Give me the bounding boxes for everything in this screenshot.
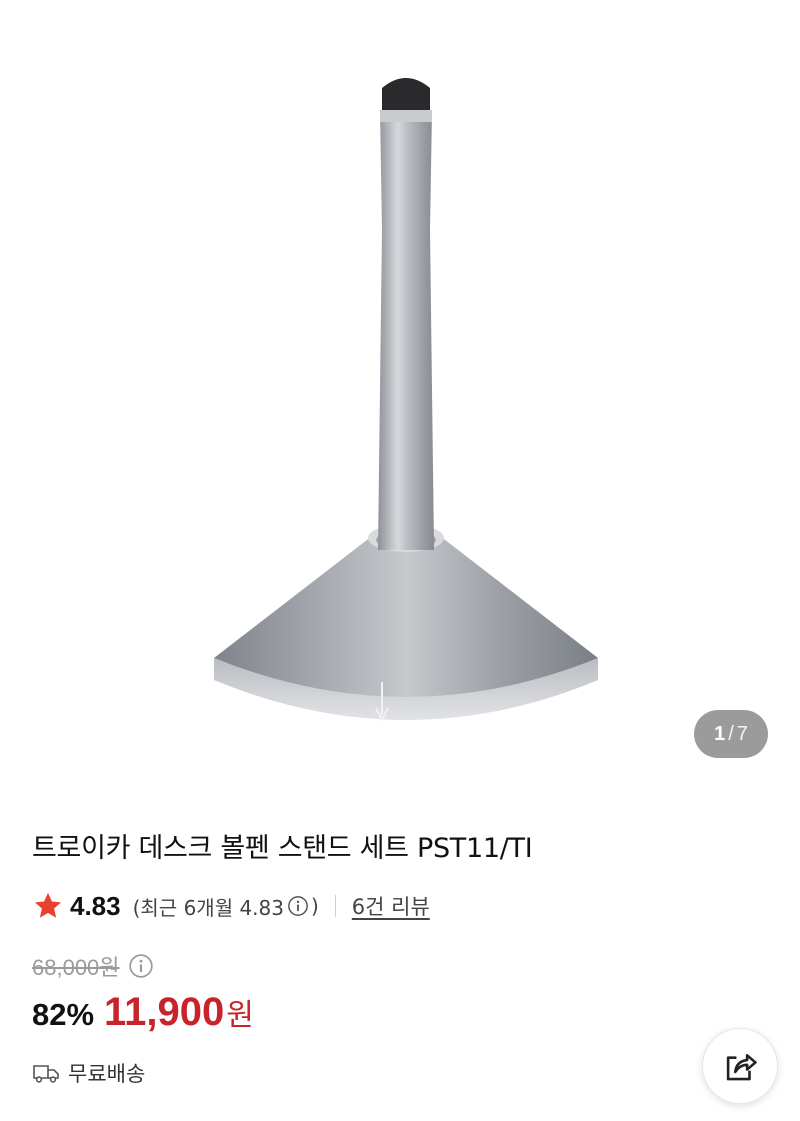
shipping-row: 무료배송: [32, 1058, 145, 1088]
rating-row: 4.83 (최근 6개월 4.83 ) 6건 리뷰: [32, 888, 430, 924]
recent-rating-text: (최근 6개월 4.83: [132, 895, 284, 920]
original-price: 68,000원: [32, 955, 120, 980]
free-shipping-label: 무료배송: [68, 1062, 146, 1086]
truck-icon: [33, 1065, 59, 1083]
current-page: 1: [714, 722, 726, 745]
share-button[interactable]: [702, 1028, 778, 1104]
review-count-link[interactable]: 6건 리뷰: [352, 891, 430, 921]
star-icon: [34, 892, 62, 918]
recent-rating: (최근 6개월 4.83 ): [133, 892, 319, 921]
currency-unit: 원: [226, 998, 254, 1033]
price-info-icon[interactable]: [128, 953, 154, 979]
divider: [334, 895, 336, 917]
page-separator: /: [728, 722, 734, 745]
sale-price: 11,900: [104, 990, 225, 1034]
sale-price-row: 82% 11,900 원: [32, 990, 254, 1035]
product-image: [204, 60, 608, 764]
discount-rate: 82%: [32, 997, 95, 1032]
total-pages: 7: [736, 722, 748, 745]
product-title: 트로이카 데스크 볼펜 스탠드 세트 PST11/TI: [32, 833, 533, 864]
image-page-indicator: 1 / 7: [694, 710, 768, 758]
share-icon: [726, 1054, 757, 1081]
recent-rating-close: ): [310, 894, 319, 918]
info-icon[interactable]: [287, 895, 309, 917]
original-price-row: 68,000원: [32, 950, 154, 982]
product-image-gallery[interactable]: 1 / 7: [0, 0, 800, 800]
rating-score: 4.83: [70, 890, 121, 921]
